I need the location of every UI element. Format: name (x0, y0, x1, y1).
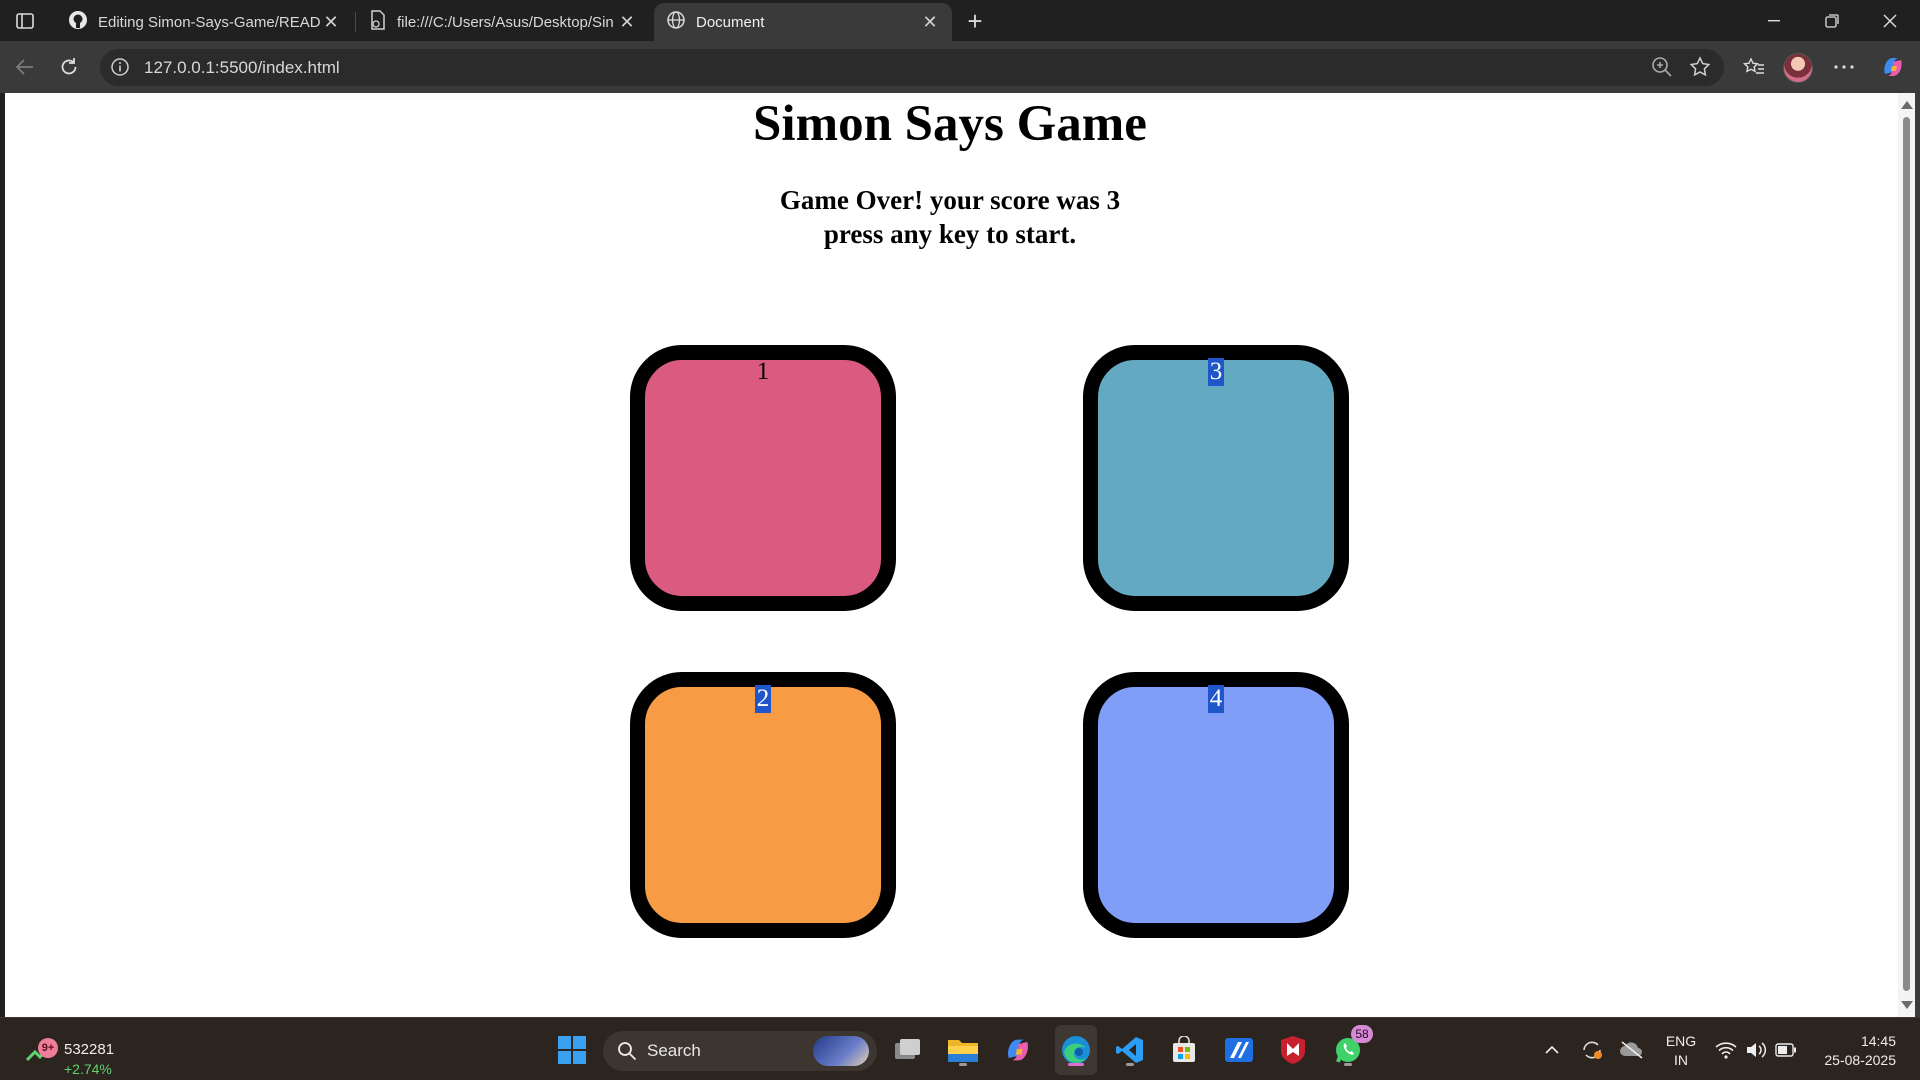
scroll-down-arrow-icon[interactable] (1901, 1001, 1913, 1009)
status-score-text: Game Over! your score was 3 (779, 185, 1121, 215)
copilot-app-icon[interactable] (999, 1031, 1037, 1069)
button-label: 4 (1207, 685, 1225, 713)
battery-icon[interactable] (1772, 1036, 1800, 1064)
region-code: IN (1674, 1052, 1688, 1068)
tab-github-readme[interactable]: Editing Simon-Says-Game/READM ✕ (56, 3, 353, 41)
globe-icon (666, 10, 686, 34)
page-scrollbar[interactable] (1898, 93, 1915, 1017)
microsoft-store-icon[interactable] (1165, 1031, 1203, 1069)
language-code: ENG (1665, 1033, 1697, 1049)
search-icon (618, 1042, 637, 1061)
more-options-icon[interactable] (1827, 51, 1861, 83)
status-start-prompt: press any key to start. (823, 219, 1077, 249)
edge-browser-icon[interactable] (1057, 1031, 1095, 1069)
system-clock[interactable]: 14:45 25-08-2025 (1812, 1032, 1896, 1070)
running-indicator (959, 1063, 967, 1066)
tab-actions-icon[interactable] (10, 8, 40, 34)
file-icon (369, 10, 387, 34)
tab-divider (355, 12, 356, 32)
search-label: Search (647, 1041, 701, 1060)
profile-avatar[interactable] (1783, 53, 1813, 83)
stock-value: 532281 (64, 1041, 115, 1058)
browser-toolbar: 127.0.0.1:5500/index.html (0, 41, 1920, 93)
wifi-icon[interactable] (1712, 1036, 1740, 1064)
running-indicator (1344, 1063, 1352, 1066)
clock-date: 25-08-2025 (1824, 1052, 1896, 1068)
onedrive-offline-icon[interactable] (1618, 1036, 1646, 1064)
restore-button[interactable] (1803, 0, 1861, 41)
tab-title: Document (696, 13, 765, 31)
search-highlight-image (813, 1036, 869, 1066)
site-info-icon[interactable] (110, 57, 130, 77)
tab-title: file:///C:/Users/Asus/Desktop/Sin (397, 13, 614, 31)
whatsapp-badge: 58 (1351, 1025, 1373, 1043)
simon-button-red[interactable]: 1 (630, 345, 896, 611)
taskbar: 9+ 532281 +2.74% Search 58 ENG IN 14:45 … (0, 1017, 1920, 1080)
file-explorer-icon[interactable] (944, 1031, 982, 1069)
github-icon (68, 10, 88, 34)
close-tab-icon[interactable]: ✕ (321, 12, 341, 32)
back-button[interactable] (8, 51, 42, 83)
taskbar-search[interactable]: Search (603, 1031, 877, 1071)
running-indicator (1126, 1063, 1134, 1066)
stock-widget[interactable]: 9+ 532281 +2.74% (22, 1028, 142, 1077)
refresh-button[interactable] (52, 51, 86, 83)
simon-button-yellow[interactable]: 2 (630, 672, 896, 938)
close-window-button[interactable] (1861, 0, 1919, 41)
copilot-icon[interactable] (1876, 51, 1910, 83)
url-text[interactable]: 127.0.0.1:5500/index.html (144, 58, 340, 78)
app-blue-icon[interactable] (1220, 1031, 1258, 1069)
volume-icon[interactable] (1742, 1036, 1770, 1064)
task-view-icon[interactable] (889, 1031, 927, 1069)
clock-time: 14:45 (1860, 1033, 1896, 1049)
window-frame (1915, 93, 1920, 1017)
favorite-star-icon[interactable] (1688, 55, 1712, 79)
button-label: 1 (756, 358, 770, 385)
input-language[interactable]: ENG IN (1664, 1032, 1698, 1070)
stock-change: +2.74% (64, 1061, 112, 1077)
running-indicator (1068, 1063, 1084, 1066)
game-status: Game Over! your score was 3 press any ke… (5, 183, 1895, 251)
tab-title: Editing Simon-Says-Game/READM (98, 13, 321, 31)
tab-local-file[interactable]: file:///C:/Users/Asus/Desktop/Sin ✕ (357, 3, 649, 41)
windows-start-icon[interactable] (553, 1031, 591, 1069)
page-viewport: Simon Says Game Game Over! your score wa… (5, 93, 1898, 1017)
tab-strip: Editing Simon-Says-Game/READM ✕ file:///… (0, 0, 1920, 41)
mcafee-icon[interactable] (1274, 1031, 1312, 1069)
close-tab-icon[interactable]: ✕ (920, 12, 940, 32)
whatsapp-icon[interactable]: 58 (1329, 1025, 1373, 1069)
address-bar[interactable]: 127.0.0.1:5500/index.html (100, 49, 1724, 86)
close-tab-icon[interactable]: ✕ (617, 12, 637, 32)
simon-button-purple[interactable]: 4 (1083, 672, 1349, 938)
minimize-button[interactable] (1745, 0, 1803, 41)
scroll-up-arrow-icon[interactable] (1901, 101, 1913, 109)
sync-icon[interactable] (1578, 1036, 1606, 1064)
vscode-icon[interactable] (1111, 1031, 1149, 1069)
button-label: 3 (1207, 358, 1225, 386)
favorites-icon[interactable] (1737, 51, 1771, 83)
game-title: Simon Says Game (753, 96, 1147, 152)
show-hidden-icons-chevron-icon[interactable] (1538, 1036, 1566, 1064)
button-label: 2 (754, 685, 772, 713)
notification-badge: 9+ (38, 1038, 58, 1058)
scrollbar-thumb[interactable] (1903, 117, 1910, 991)
simon-button-green[interactable]: 3 (1083, 345, 1349, 611)
tab-document[interactable]: Document ✕ (654, 3, 952, 41)
new-tab-button[interactable]: + (960, 6, 990, 36)
zoom-icon[interactable] (1650, 55, 1674, 79)
